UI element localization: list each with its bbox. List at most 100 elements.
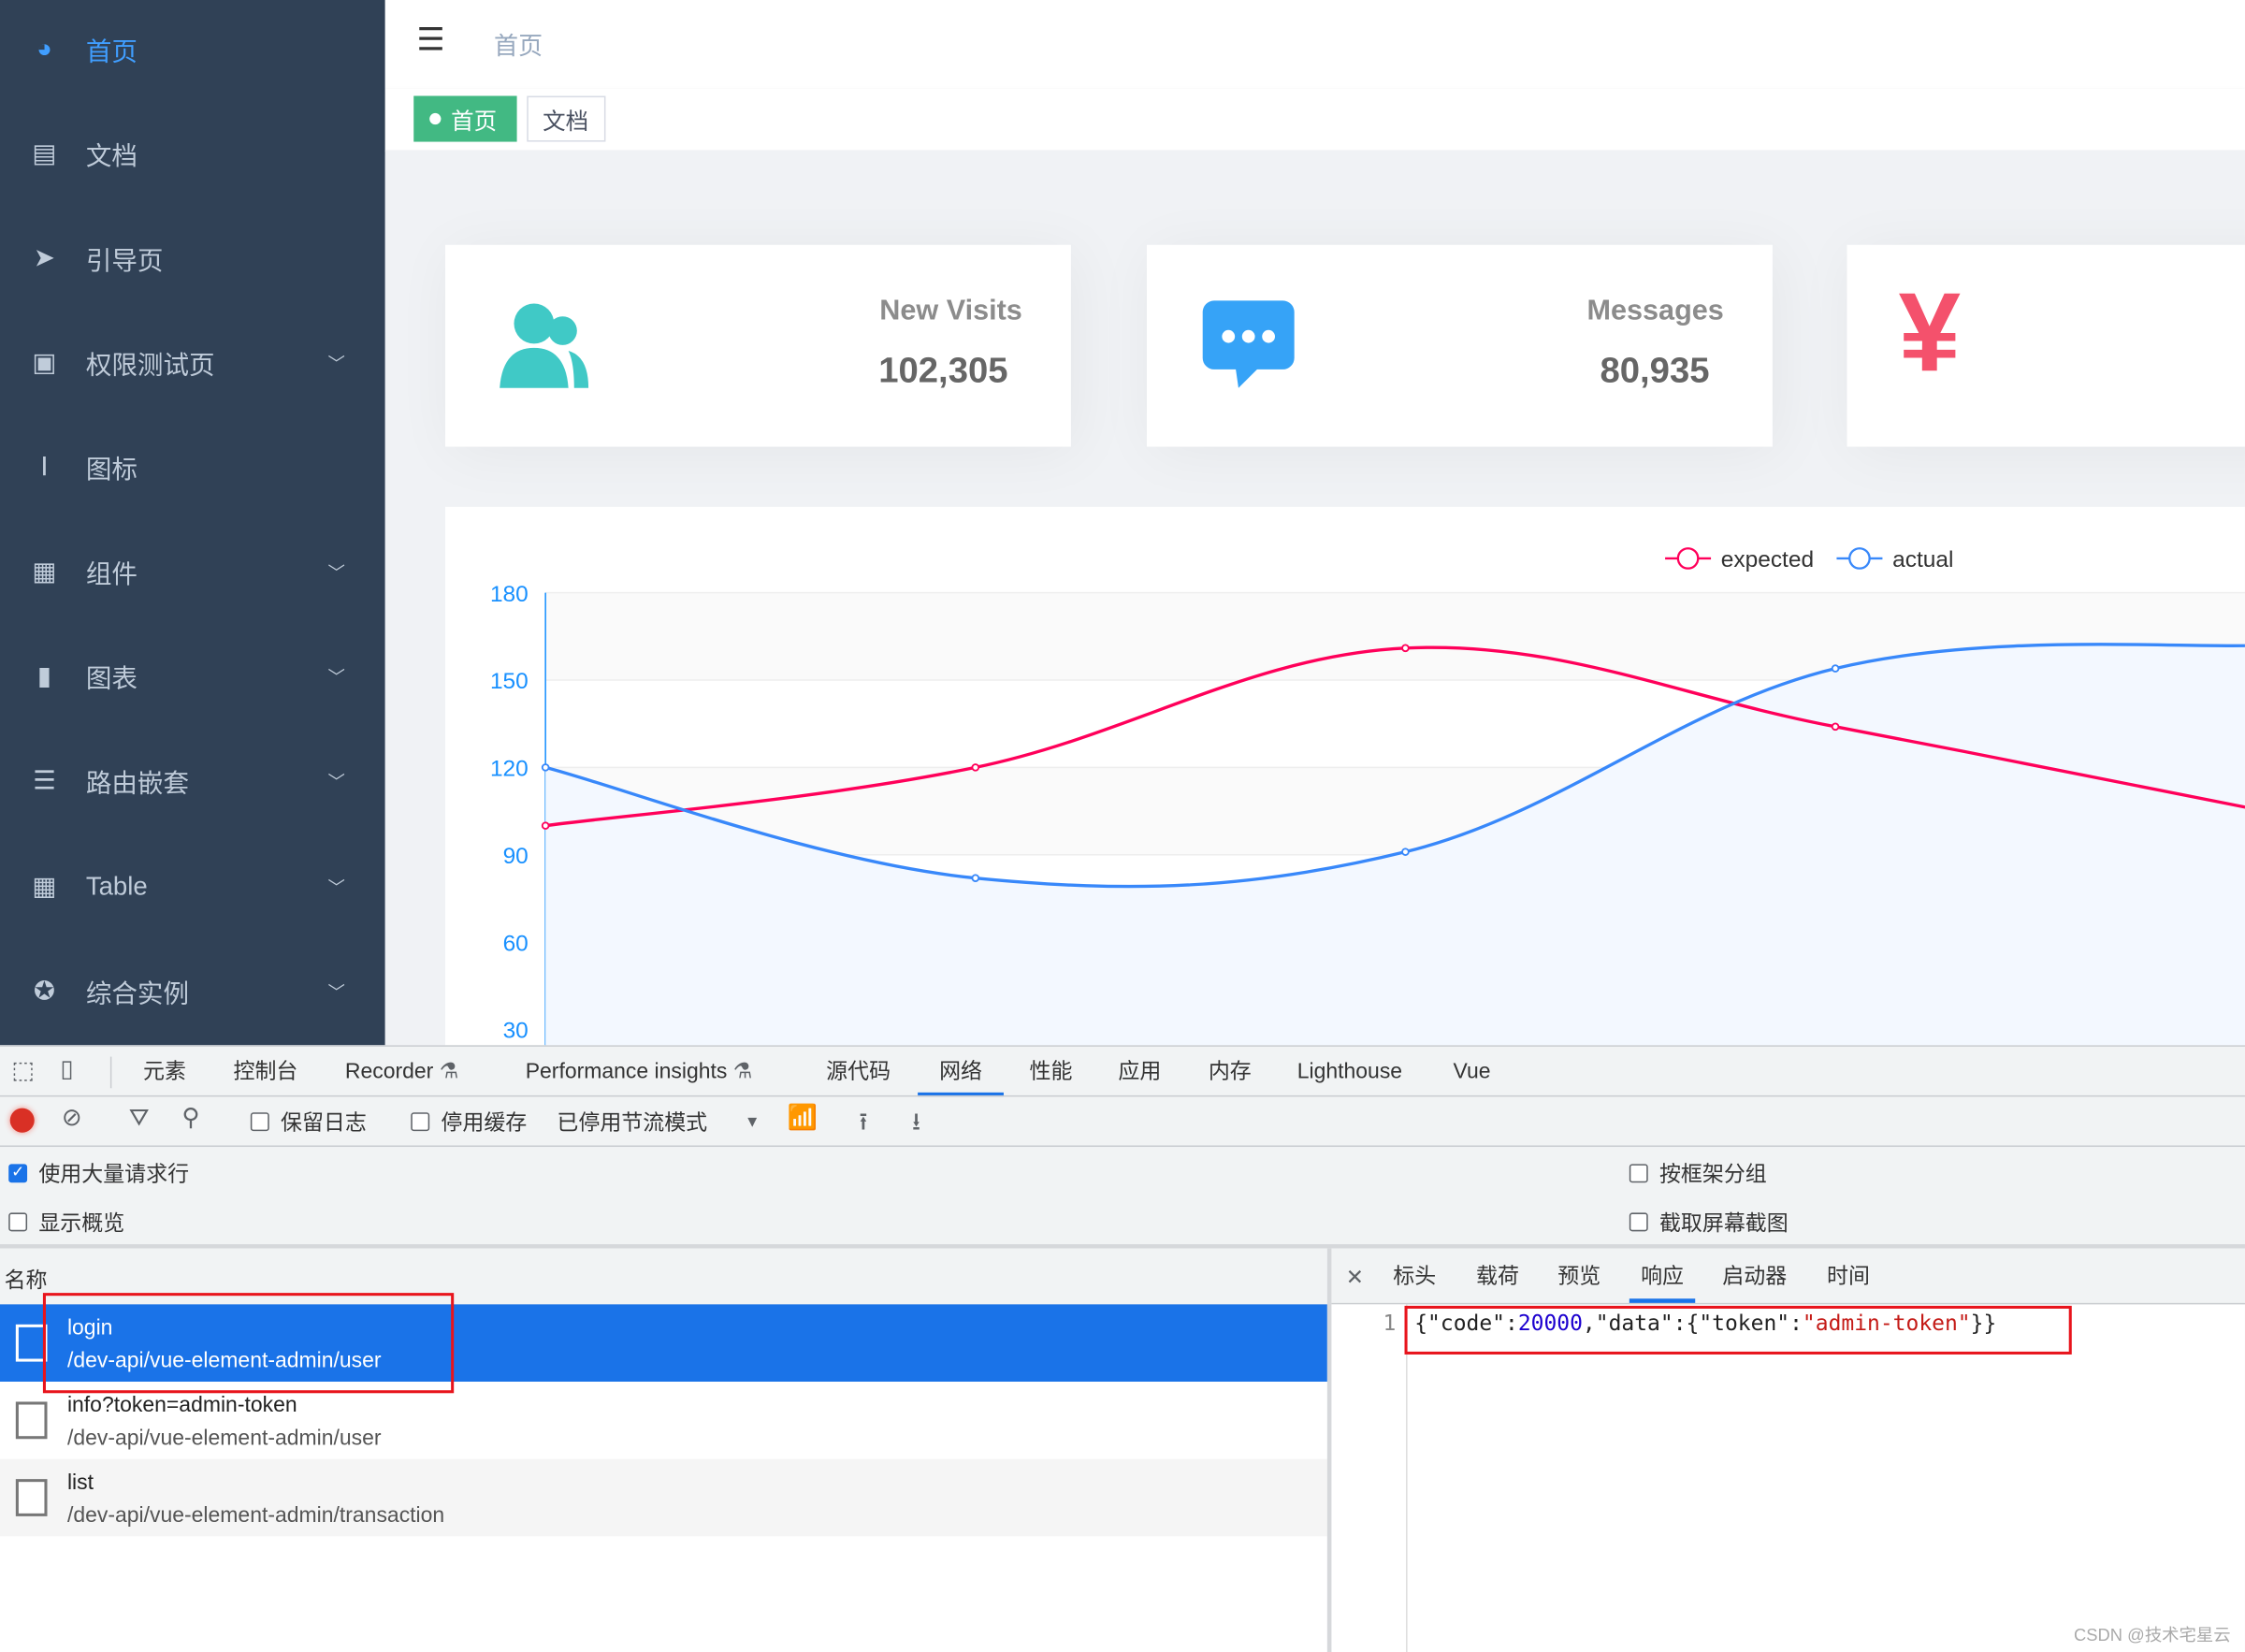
data-point-expected [1401,644,1410,653]
sidebar-item-components[interactable]: ▦ 组件 ﹀ [0,520,385,625]
data-point-expected [541,821,550,830]
import-har-icon[interactable]: ⭱ [859,1104,867,1145]
export-har-icon[interactable]: ⭳ [912,1104,920,1145]
data-point-actual [541,763,550,772]
sidebar-item-guide[interactable]: ➤ 引导页 [0,206,385,311]
preserve-log-checkbox[interactable]: 保留日志 [250,1107,367,1137]
tag-documentation[interactable]: 文档 [527,95,606,142]
sidebar-item-documentation[interactable]: ▤ 文档 [0,102,385,207]
sidebar-item-charts[interactable]: ▮ 图表 ﹀ [0,624,385,729]
chart-icon: ▮ [36,661,52,690]
navbar: ☰ 首页 [384,0,2245,89]
component-icon: ▦ [32,557,57,587]
y-tick-label: 180 [490,582,529,607]
request-row-list[interactable]: list/dev-api/vue-element-admin/transacti… [0,1458,1327,1537]
data-point-actual [971,874,980,882]
record-icon[interactable] [9,1108,35,1133]
checkbox[interactable] [1629,1212,1648,1232]
devtools-tab[interactable]: 性能 [1030,1047,1073,1097]
inspect-element-icon[interactable]: ⬚ [11,1057,35,1086]
y-tick-label: 30 [503,1019,529,1044]
devtools-tab[interactable]: 控制台 [233,1047,297,1097]
hamburger-icon[interactable]: ☰ [416,22,444,59]
legend-label: expected [1721,547,1814,572]
tag-dashboard[interactable]: 首页 [413,95,517,142]
breadcrumb[interactable]: 首页 [494,26,543,62]
checkbox[interactable] [8,1212,28,1232]
disable-cache-checkbox[interactable]: 停用缓存 [411,1107,527,1137]
request-row-info[interactable]: info?token=admin-token/dev-api/vue-eleme… [0,1382,1327,1459]
sidebar: ◕ 首页 ▤ 文档 ➤ 引导页 ▣ 权限测试页 ﹀ Ⅰ 图标 ▦ 组件 ﹀ ▮ 图表 ﹀ ☰ 路由嵌套… [0,0,385,1046]
divider [0,1094,2245,1097]
devtools-tab[interactable]: 网络 [918,1047,1004,1097]
card-purchases[interactable]: ¥ [1847,244,2245,447]
documentation-icon: ▤ [32,138,57,168]
clear-icon[interactable]: ⊘ [62,1104,82,1133]
devtools-tab[interactable]: Recorder ⚗ [345,1047,458,1097]
icon-icon: Ⅰ [40,452,49,482]
detail-tab[interactable]: 预览 [1557,1249,1600,1303]
divider [109,1056,112,1089]
nested-icon: ☰ [33,765,56,795]
document-icon [15,1479,48,1516]
tags-view: 首页 文档 [384,88,2245,152]
message-icon [1202,300,1295,388]
devtools-tab[interactable]: 元素 [143,1047,186,1097]
devtools-tab[interactable]: 内存 [1209,1047,1252,1097]
devtools-tab[interactable]: Lighthouse [1297,1047,1402,1097]
highlight-box [1404,1305,2072,1355]
detail-tab[interactable]: 响应 [1629,1249,1696,1303]
active-dot [429,112,442,125]
sidebar-item-nested[interactable]: ☰ 路由嵌套 ﹀ [0,729,385,833]
big-request-rows-checkbox[interactable]: ✓ 使用大量请求行 [8,1158,189,1188]
card-messages[interactable]: Messages 80,935 [1147,244,1773,447]
detail-tab[interactable]: 载荷 [1476,1249,1519,1303]
data-point-actual [1401,848,1410,856]
detail-tab[interactable]: 标头 [1393,1249,1436,1303]
y-tick-label: 120 [490,757,529,782]
data-point-actual [1831,664,1840,673]
peoples-icon [500,303,589,388]
checkbox[interactable] [250,1112,269,1132]
show-overview-checkbox[interactable]: 显示概览 [8,1207,124,1237]
detail-tab[interactable]: 时间 [1827,1249,1870,1303]
line-chart: 180 150 120 90 60 30 expected actual [490,547,2245,1046]
device-toolbar-icon[interactable]: ▯ [60,1055,73,1084]
column-header-name[interactable]: 名称 [5,1265,48,1295]
sidebar-item-permission[interactable]: ▣ 权限测试页 ﹀ [0,311,385,415]
data-point-expected [971,763,980,772]
lock-icon: ▣ [32,347,57,377]
example-icon: ✪ [33,976,55,1006]
throttling-select[interactable]: 已停用节流模式 ▼ [557,1107,760,1137]
dashboard-icon: ◕ [36,34,52,64]
network-conditions-icon[interactable]: 📶 [788,1104,818,1133]
sidebar-item-icons[interactable]: Ⅰ 图标 [0,415,385,520]
legend-label: actual [1892,547,1953,572]
devtools-tab[interactable]: Performance insights ⚗ [526,1047,753,1097]
devtools-tab[interactable]: Vue [1454,1047,1491,1097]
detail-tab[interactable]: 启动器 [1722,1249,1787,1303]
chevron-down-icon: ﹀ [327,981,345,1003]
money-icon: ¥ [1898,268,1961,396]
highlight-box [42,1293,455,1394]
search-icon[interactable]: ⚲ [181,1104,199,1133]
card-new-visits[interactable]: New Visits 102,305 [445,244,1071,447]
data-point-expected [1831,722,1840,732]
chevron-down-icon: ﹀ [327,877,345,898]
close-icon[interactable]: ✕ [1346,1265,1364,1290]
devtools-tab[interactable]: 源代码 [826,1047,891,1097]
filter-icon[interactable]: ⛛ [129,1104,150,1133]
checkbox-checked[interactable]: ✓ [8,1164,28,1183]
sidebar-item-table[interactable]: ▦ Table ﹀ [0,834,385,939]
divider [0,1145,2245,1148]
sidebar-item-example[interactable]: ✪ 综合实例 ﹀ [0,939,385,1044]
checkbox[interactable] [411,1112,430,1132]
checkbox[interactable] [1629,1164,1648,1183]
legend-marker [1676,547,1700,570]
group-by-frame-checkbox[interactable]: 按框架分组 [1629,1158,1767,1188]
line-number: 1 [1383,1310,1397,1337]
watermark: CSDN @技术宅星云 [2074,1625,2231,1645]
devtools-tab[interactable]: 应用 [1118,1047,1161,1097]
capture-screenshots-checkbox[interactable]: 截取屏幕截图 [1629,1207,1789,1237]
sidebar-item-dashboard[interactable]: ◕ 首页 [0,0,385,102]
